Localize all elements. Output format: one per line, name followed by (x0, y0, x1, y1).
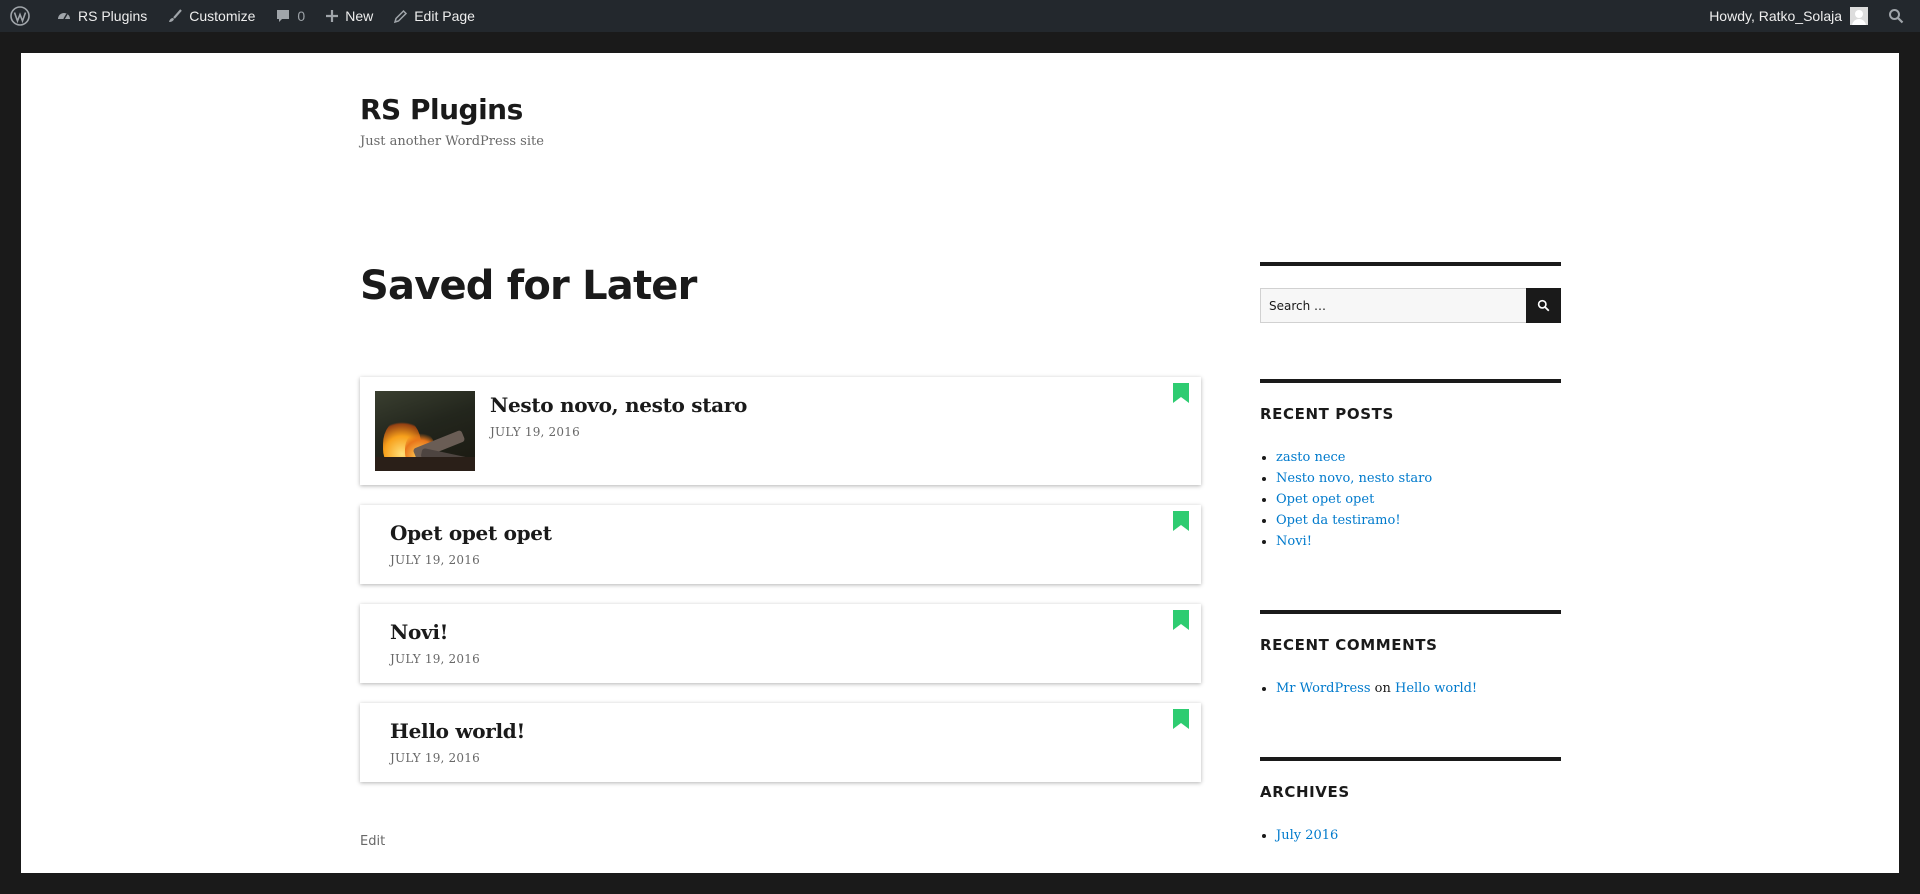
search-form (1260, 288, 1561, 323)
saved-post-card: Hello world! JULY 19, 2016 (360, 703, 1201, 782)
wordpress-icon (10, 6, 30, 26)
saved-post-date: JULY 19, 2016 (390, 751, 480, 765)
recent-post-link[interactable]: Opet opet opet (1276, 492, 1374, 507)
sidebar: RECENT POSTS zasto nece Nesto novo, nest… (1260, 262, 1561, 846)
new-label: New (345, 8, 374, 24)
comment-icon (277, 10, 290, 22)
edit-page-link[interactable]: Edit (360, 834, 385, 849)
post-thumbnail[interactable] (375, 391, 475, 471)
edit-page-button[interactable]: Edit Page (383, 0, 485, 32)
main-content: Saved for Later Nesto novo, nesto staro … (360, 263, 1201, 850)
dashboard-icon (58, 13, 70, 20)
customize-button[interactable]: Customize (157, 0, 265, 32)
search-input[interactable] (1260, 288, 1526, 323)
search-widget (1260, 262, 1561, 323)
saved-post-date: JULY 19, 2016 (490, 425, 580, 439)
saved-post-title[interactable]: Nesto novo, nesto staro (490, 393, 747, 417)
search-button[interactable] (1526, 288, 1561, 323)
avatar (1850, 7, 1868, 25)
search-icon (1889, 9, 1904, 24)
new-content-button[interactable]: New (315, 0, 383, 32)
wordpress-logo-button[interactable] (0, 0, 46, 32)
saved-post-title[interactable]: Hello world! (390, 719, 525, 743)
comments-button[interactable]: 0 (265, 0, 315, 32)
recent-post-link[interactable]: Novi! (1276, 534, 1312, 549)
recent-post-link[interactable]: Opet da testiramo! (1276, 513, 1401, 528)
saved-post-title[interactable]: Novi! (390, 620, 480, 644)
comment-on-label: on (1374, 681, 1391, 696)
recent-posts-title: RECENT POSTS (1260, 405, 1394, 423)
site-branding: RS Plugins Just another WordPress site (360, 93, 544, 149)
page-container: RS Plugins Just another WordPress site S… (21, 53, 1899, 873)
bookmark-icon[interactable] (1173, 709, 1189, 729)
recent-posts-widget: RECENT POSTS zasto nece Nesto novo, nest… (1260, 379, 1561, 552)
list-item: zasto nece (1276, 447, 1561, 468)
comments-count: 0 (297, 8, 306, 24)
site-description: Just another WordPress site (360, 134, 544, 149)
recent-posts-list: zasto nece Nesto novo, nesto staro Opet … (1260, 447, 1561, 552)
search-icon (1537, 299, 1550, 312)
adminbar-search-button[interactable] (1878, 0, 1920, 32)
saved-post-card: Opet opet opet JULY 19, 2016 (360, 505, 1201, 584)
archives-widget: ARCHIVES July 2016 (1260, 757, 1561, 846)
list-item: Novi! (1276, 531, 1561, 552)
site-name-label: RS Plugins (78, 8, 148, 24)
site-title[interactable]: RS Plugins (360, 93, 544, 126)
admin-bar: RS Plugins Customize 0 New Edit Page How… (0, 0, 1920, 32)
list-item: Opet opet opet (1276, 489, 1561, 510)
list-item: Opet da testiramo! (1276, 510, 1561, 531)
saved-post-title[interactable]: Opet opet opet (390, 521, 552, 545)
saved-post-card: Nesto novo, nesto staro JULY 19, 2016 (360, 377, 1201, 485)
list-item: Nesto novo, nesto staro (1276, 468, 1561, 489)
archive-link[interactable]: July 2016 (1276, 828, 1338, 843)
comment-author-link[interactable]: Mr WordPress (1276, 681, 1371, 696)
edit-page-label: Edit Page (414, 8, 475, 24)
recent-comments-list: Mr WordPress on Hello world! (1260, 678, 1561, 699)
site-name-menu[interactable]: RS Plugins (46, 0, 157, 32)
recent-post-link[interactable]: Nesto novo, nesto staro (1276, 471, 1432, 486)
recent-post-link[interactable]: zasto nece (1276, 450, 1346, 465)
comment-post-link[interactable]: Hello world! (1395, 681, 1477, 696)
recent-comments-title: RECENT COMMENTS (1260, 636, 1438, 654)
list-item: July 2016 (1276, 825, 1561, 846)
page-title: Saved for Later (360, 263, 697, 309)
bookmark-icon[interactable] (1173, 610, 1189, 630)
list-item: Mr WordPress on Hello world! (1276, 678, 1561, 699)
bookmark-icon[interactable] (1173, 511, 1189, 531)
saved-post-date: JULY 19, 2016 (390, 553, 480, 567)
plus-icon (326, 10, 339, 22)
bookmark-icon[interactable] (1173, 383, 1189, 403)
saved-post-date: JULY 19, 2016 (390, 652, 480, 666)
pencil-icon (394, 9, 408, 23)
customize-label: Customize (189, 8, 256, 24)
archives-list: July 2016 (1260, 825, 1561, 846)
howdy-label: Howdy, Ratko_Solaja (1709, 8, 1842, 24)
recent-comments-widget: RECENT COMMENTS Mr WordPress on Hello wo… (1260, 610, 1561, 699)
saved-posts-list: Nesto novo, nesto staro JULY 19, 2016 Op… (360, 377, 1201, 782)
saved-post-card: Novi! JULY 19, 2016 (360, 604, 1201, 683)
account-menu[interactable]: Howdy, Ratko_Solaja (1699, 0, 1878, 32)
brush-icon (169, 9, 183, 22)
archives-title: ARCHIVES (1260, 783, 1350, 801)
